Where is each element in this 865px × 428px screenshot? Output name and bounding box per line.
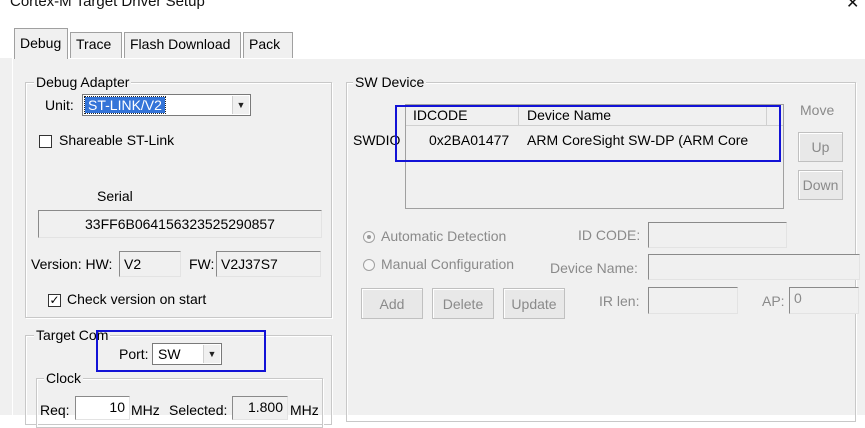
req-unit: MHz xyxy=(131,402,160,418)
update-button[interactable]: Update xyxy=(503,288,565,319)
shareable-label: Shareable ST-Link xyxy=(59,132,175,148)
tab-trace[interactable]: Trace xyxy=(70,32,122,58)
chevron-down-icon[interactable]: ▼ xyxy=(232,96,249,114)
selected-label: Selected: xyxy=(169,402,228,418)
delete-button[interactable]: Delete xyxy=(432,288,494,319)
selected-field: 1.800 xyxy=(232,396,288,420)
manual-config-label: Manual Configuration xyxy=(381,256,515,272)
tab-debug[interactable]: Debug xyxy=(14,28,68,59)
close-icon[interactable]: ✕ xyxy=(846,0,859,13)
auto-detect-radio[interactable] xyxy=(363,231,375,243)
req-label: Req: xyxy=(40,402,70,418)
debug-adapter-group xyxy=(25,82,332,318)
fw-field: V2J37S7 xyxy=(216,251,321,277)
manual-config-radio[interactable] xyxy=(363,259,375,271)
tab-pack[interactable]: Pack xyxy=(243,32,293,58)
check-version-label: Check version on start xyxy=(67,291,207,307)
device-name-field[interactable] xyxy=(648,254,860,280)
serial-field: 33FF6B064156323525290857 xyxy=(38,210,322,238)
port-highlight-box xyxy=(96,330,266,372)
serial-label: Serial xyxy=(97,188,133,204)
move-label: Move xyxy=(800,102,835,118)
down-button[interactable]: Down xyxy=(798,170,843,200)
hw-field: V2 xyxy=(119,251,181,277)
selected-unit: MHz xyxy=(290,402,319,418)
window-title: Cortex-M Target Driver Setup xyxy=(10,0,205,10)
req-input[interactable]: 10 xyxy=(75,396,130,420)
tab-flash-download[interactable]: Flash Download xyxy=(124,32,241,58)
ap-label: AP: xyxy=(762,293,785,309)
unit-label: Unit: xyxy=(45,97,74,113)
up-button[interactable]: Up xyxy=(798,132,843,162)
ir-len-field[interactable] xyxy=(648,287,738,314)
auto-detect-label: Automatic Detection xyxy=(381,228,507,244)
id-code-field[interactable] xyxy=(648,222,787,248)
unit-value: ST-LINK/V2 xyxy=(84,96,166,114)
device-highlight-box xyxy=(395,105,781,162)
clock-label: Clock xyxy=(44,370,84,386)
check-version-checkbox[interactable]: ✓ xyxy=(48,294,61,307)
version-hw-label: Version: HW: xyxy=(31,256,113,272)
shareable-checkbox[interactable] xyxy=(39,135,52,148)
ap-field[interactable]: 0 xyxy=(789,287,859,314)
sw-device-label: SW Device xyxy=(353,74,427,90)
add-button[interactable]: Add xyxy=(361,288,423,319)
unit-select[interactable]: ST-LINK/V2 ▼ xyxy=(82,94,251,116)
fw-label: FW: xyxy=(189,256,215,272)
device-name-label: Device Name: xyxy=(550,260,638,276)
ir-len-label: IR len: xyxy=(599,293,640,309)
debug-adapter-label: Debug Adapter xyxy=(34,74,132,90)
swdio-label: SWDIO xyxy=(353,132,401,148)
id-code-label: ID CODE: xyxy=(578,227,641,243)
